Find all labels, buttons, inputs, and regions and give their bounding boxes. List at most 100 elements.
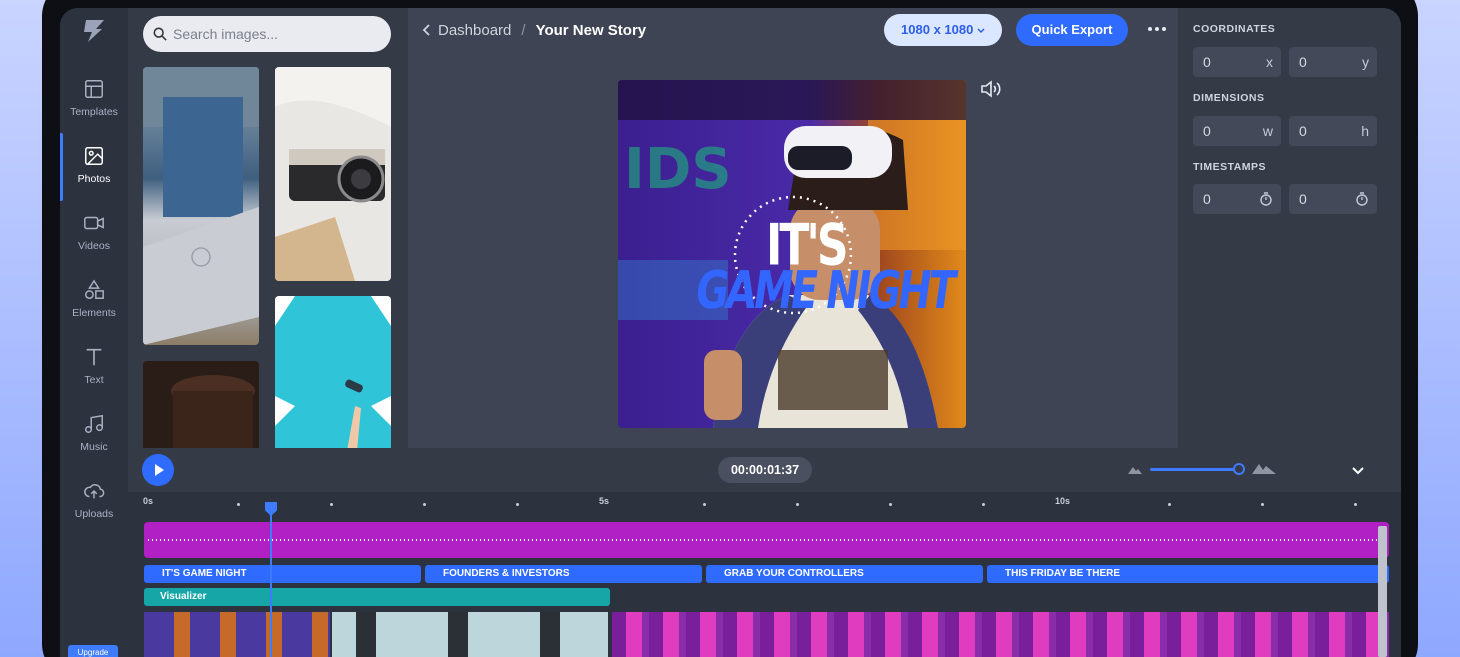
page-title: Your New Story <box>535 21 647 39</box>
chevron-down-icon <box>977 28 985 33</box>
video-icon <box>84 216 104 230</box>
start-time-field[interactable]: 0 <box>1193 184 1281 214</box>
y-coordinate-field[interactable]: 0 y <box>1289 47 1377 77</box>
nav-label: Music <box>80 441 108 453</box>
dimensions-label: DIMENSIONS <box>1193 92 1265 104</box>
properties-panel: COORDINATES 0 x 0 y DIMENSIONS 0 w 0 h T… <box>1178 8 1401 448</box>
zoom-out-icon[interactable] <box>1128 464 1144 474</box>
text-clip-label: THIS FRIDAY BE THERE <box>1005 568 1121 579</box>
tick-dot <box>889 503 892 506</box>
tick-dot <box>423 503 426 506</box>
photo-icon <box>85 147 103 165</box>
width-value: 0 <box>1203 123 1211 139</box>
nav-templates[interactable]: Templates <box>60 72 128 128</box>
nav-label: Elements <box>72 307 116 319</box>
play-icon <box>155 464 164 476</box>
tick-dot <box>1168 503 1171 506</box>
playback-bar: 00:00:01:37 <box>128 448 1401 492</box>
cup-photo <box>171 375 255 451</box>
end-time-field[interactable]: 0 <box>1289 184 1377 214</box>
nav-elements[interactable]: Elements <box>60 273 128 329</box>
canvas-title-line2[interactable]: GAME NIGHT <box>692 261 957 321</box>
video-clip-game-night[interactable] <box>144 612 330 657</box>
tick-dot <box>1261 503 1264 506</box>
quick-export-button[interactable]: Quick Export <box>1016 14 1128 46</box>
canvas-size-label: 1080 x 1080 <box>901 22 974 37</box>
left-rail: Templates Photos Videos Elements Text Mu… <box>60 8 128 657</box>
search-input[interactable] <box>143 16 391 52</box>
text-clip[interactable]: THIS FRIDAY BE THERE <box>987 565 1389 583</box>
audio-waveform <box>148 539 1384 541</box>
svg-text:IDS: IDS <box>624 137 732 202</box>
photo-thumb-pool[interactable] <box>275 296 391 451</box>
x-coordinate-field[interactable]: 0 x <box>1193 47 1281 77</box>
zoom-slider-track[interactable] <box>1150 468 1238 471</box>
height-unit: h <box>1361 123 1369 139</box>
timeline-scrollbar[interactable] <box>1378 526 1387 657</box>
nav-label: Templates <box>70 106 118 118</box>
breadcrumb: Dashboard / Your New Story <box>422 20 646 40</box>
back-label: Dashboard <box>438 21 512 39</box>
nav-music[interactable]: Music <box>60 407 128 463</box>
coordinates-label: COORDINATES <box>1193 23 1276 35</box>
text-clip[interactable]: GRAB YOUR CONTROLLERS <box>706 565 983 583</box>
tick-label: 0s <box>143 496 154 506</box>
tick-dot <box>516 503 519 506</box>
video-clip-controllers[interactable] <box>612 612 1389 657</box>
end-time-value: 0 <box>1299 191 1307 207</box>
playhead-handle[interactable] <box>265 502 277 516</box>
upload-icon <box>84 484 105 499</box>
play-button[interactable] <box>142 454 174 486</box>
back-link[interactable]: Dashboard <box>422 22 511 39</box>
photo-thumb-laptop[interactable] <box>143 67 259 345</box>
video-clip-founders[interactable] <box>332 612 608 657</box>
tick-dot <box>982 503 985 506</box>
zoom-in-icon[interactable] <box>1252 462 1276 474</box>
tick-label: 5s <box>599 496 610 506</box>
width-unit: w <box>1262 123 1273 139</box>
story-canvas[interactable]: IDS IT'S GAME NIGHT <box>618 80 966 428</box>
tick-label: 10s <box>1055 496 1071 506</box>
nav-videos[interactable]: Videos <box>60 206 128 262</box>
text-clip[interactable]: FOUNDERS & INVESTORS <box>425 565 702 583</box>
height-field[interactable]: 0 h <box>1289 116 1377 146</box>
camera-photo <box>275 67 391 281</box>
template-icon <box>85 80 103 98</box>
tick-dot <box>796 503 799 506</box>
nav-uploads[interactable]: Uploads <box>60 474 128 530</box>
start-time-value: 0 <box>1203 191 1211 207</box>
y-unit: y <box>1362 54 1369 70</box>
more-options-icon[interactable] <box>1144 18 1170 40</box>
height-value: 0 <box>1299 123 1307 139</box>
photo-thumb-cup[interactable] <box>143 361 259 451</box>
nav-photos[interactable]: Photos <box>60 133 128 201</box>
breadcrumb-separator: / <box>521 21 526 39</box>
upgrade-button[interactable]: Upgrade <box>68 645 118 657</box>
pool-photo <box>275 296 391 451</box>
nav-label: Videos <box>78 240 110 252</box>
laptop-photo <box>143 67 259 345</box>
x-value: 0 <box>1203 54 1211 70</box>
canvas-size-dropdown[interactable]: 1080 x 1080 <box>884 14 1002 46</box>
zoom-slider-handle[interactable] <box>1233 463 1245 475</box>
search-icon <box>153 27 167 41</box>
timestamps-label: TIMESTAMPS <box>1193 161 1267 173</box>
text-clip[interactable]: IT'S GAME NIGHT <box>144 565 421 583</box>
nav-text[interactable]: Text <box>60 340 128 396</box>
text-clip-label: GRAB YOUR CONTROLLERS <box>724 568 864 579</box>
tick-dot <box>237 503 240 506</box>
x-unit: x <box>1266 54 1273 70</box>
chevron-down-icon[interactable] <box>1350 462 1366 478</box>
nav-label: Text <box>84 374 104 386</box>
chevron-left-icon <box>422 24 430 36</box>
text-clip-label: IT'S GAME NIGHT <box>162 568 247 579</box>
photo-thumb-camera[interactable] <box>275 67 391 281</box>
timeline-tracks: 0s 5s 10s IT'S GAME NIGHT FOUNDERS & INV… <box>128 492 1401 657</box>
visualizer-clip[interactable]: Visualizer <box>144 588 610 606</box>
audio-track[interactable] <box>144 522 1389 558</box>
text-clip-label: FOUNDERS & INVESTORS <box>443 568 570 579</box>
tick-dot <box>1354 503 1357 506</box>
shapes-icon <box>85 279 104 299</box>
volume-icon[interactable] <box>980 80 1002 98</box>
width-field[interactable]: 0 w <box>1193 116 1281 146</box>
